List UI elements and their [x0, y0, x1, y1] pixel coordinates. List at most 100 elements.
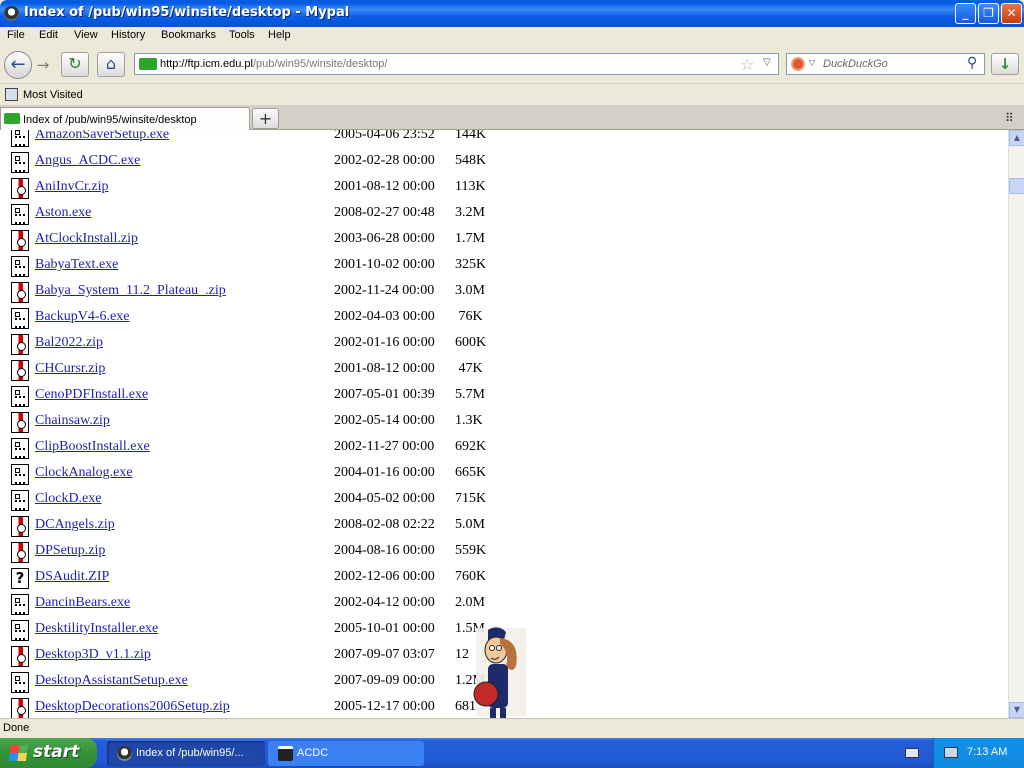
- exe-file-icon: [11, 620, 29, 641]
- menu-view[interactable]: View: [74, 29, 98, 41]
- menu-bookmarks[interactable]: Bookmarks: [161, 29, 216, 41]
- file-link[interactable]: Aston.exe: [35, 205, 91, 221]
- windows-logo-icon: [8, 745, 29, 761]
- taskbar-item-acdc[interactable]: ACDC: [268, 741, 424, 766]
- restore-button[interactable]: ❐: [978, 3, 999, 24]
- search-placeholder[interactable]: DuckDuckGo: [823, 58, 888, 70]
- reload-icon: ↻: [68, 54, 82, 73]
- file-date: 2002-05-14 00:00: [334, 413, 435, 428]
- clock[interactable]: 7:13 AM: [967, 746, 1007, 758]
- list-item: AniInvCr.zip 2001-08-12 00:00 113K: [0, 174, 1008, 200]
- site-identity-icon[interactable]: [139, 58, 157, 70]
- file-date: 2003-06-28 00:00: [334, 231, 435, 246]
- url-bar[interactable]: http://ftp.icm.edu.pl/pub/win95/winsite/…: [134, 53, 779, 75]
- file-link[interactable]: DesktopAssistantSetup.exe: [35, 673, 188, 689]
- file-size: 3.0M: [455, 283, 485, 298]
- file-link[interactable]: AmazonSaverSetup.exe: [35, 130, 169, 143]
- file-size: 12: [455, 647, 469, 662]
- file-size: 3.2M: [455, 205, 485, 220]
- start-label: start: [33, 742, 80, 762]
- taskbar: start Index of /pub/win95/... ACDC 7:13 …: [0, 738, 1024, 768]
- scroll-up-button[interactable]: ▲: [1009, 130, 1024, 146]
- file-link[interactable]: Babya_System_11.2_Plateau_.zip: [35, 283, 226, 299]
- search-icon[interactable]: ⚲: [967, 55, 977, 71]
- navigation-toolbar: ← → ↻ ⌂ http://ftp.icm.edu.pl/pub/win95/…: [0, 46, 1024, 82]
- exe-file-icon: [11, 204, 29, 225]
- file-date: 2008-02-08 02:22: [334, 517, 435, 532]
- exe-file-icon: [11, 386, 29, 407]
- home-icon: ⌂: [105, 54, 117, 73]
- file-link[interactable]: BackupV4-6.exe: [35, 309, 129, 325]
- list-item: Angus_ACDC.exe 2002-02-28 00:00 548K: [0, 148, 1008, 174]
- menu-history[interactable]: History: [111, 29, 145, 41]
- menu-file[interactable]: File: [7, 29, 25, 41]
- url-history-dropdown-icon[interactable]: ▽: [763, 57, 771, 68]
- file-link[interactable]: AtClockInstall.zip: [35, 231, 138, 247]
- vertical-scrollbar[interactable]: ▲ ▼: [1008, 130, 1024, 718]
- list-item: Babya_System_11.2_Plateau_.zip 2002-11-24…: [0, 278, 1008, 304]
- file-date: 2007-05-01 00:39: [334, 387, 435, 402]
- menu-edit[interactable]: Edit: [39, 29, 58, 41]
- file-link[interactable]: Chainsaw.zip: [35, 413, 110, 429]
- start-button[interactable]: start: [0, 738, 97, 768]
- bookmark-star-icon[interactable]: ☆: [740, 55, 754, 74]
- tab-active[interactable]: Index of /pub/win95/winsite/desktop: [0, 107, 250, 130]
- file-size: 665K: [455, 465, 487, 480]
- scroll-down-button[interactable]: ▼: [1009, 702, 1024, 718]
- forward-button[interactable]: →: [33, 56, 53, 74]
- url-text[interactable]: http://ftp.icm.edu.pl/pub/win95/winsite/…: [160, 58, 387, 70]
- exe-file-icon: [11, 438, 29, 459]
- scroll-thumb[interactable]: [1009, 178, 1024, 194]
- minimize-button[interactable]: _: [955, 3, 976, 24]
- file-link[interactable]: AniInvCr.zip: [35, 179, 109, 195]
- tab-list-icon[interactable]: ⠿: [1005, 111, 1014, 125]
- file-date: 2005-10-01 00:00: [334, 621, 435, 636]
- status-text: Done: [3, 722, 30, 734]
- duckduckgo-engine-icon[interactable]: [791, 57, 805, 71]
- file-link[interactable]: DancinBears.exe: [35, 595, 130, 611]
- file-link[interactable]: ClockAnalog.exe: [35, 465, 133, 481]
- new-tab-button[interactable]: +: [252, 108, 279, 129]
- file-link[interactable]: CHCursr.zip: [35, 361, 105, 377]
- file-date: 2002-01-16 00:00: [334, 335, 435, 350]
- file-link[interactable]: ClipBoostInstall.exe: [35, 439, 150, 455]
- file-link[interactable]: DesktopDecorations2006Setup.zip: [35, 699, 230, 715]
- file-link[interactable]: Bal2022.zip: [35, 335, 103, 351]
- back-button[interactable]: ←: [4, 51, 32, 79]
- reload-button[interactable]: ↻: [61, 52, 89, 77]
- file-size: 2.0M: [455, 595, 485, 610]
- taskbar-item-browser[interactable]: Index of /pub/win95/...: [107, 741, 265, 766]
- back-arrow-icon: ←: [10, 54, 26, 75]
- file-link[interactable]: BabyaText.exe: [35, 257, 118, 273]
- file-link[interactable]: Angus_ACDC.exe: [35, 153, 140, 169]
- file-link[interactable]: CenoPDFInstall.exe: [35, 387, 148, 403]
- close-button[interactable]: ✕: [1001, 3, 1022, 24]
- most-visited-folder-icon[interactable]: [5, 88, 18, 101]
- home-button[interactable]: ⌂: [97, 52, 125, 77]
- file-size: 760K: [455, 569, 487, 584]
- bookmarks-toolbar: Most Visited: [0, 83, 1024, 105]
- file-date: 2007-09-09 00:00: [334, 673, 435, 688]
- file-link[interactable]: ClockD.exe: [35, 491, 101, 507]
- file-link[interactable]: Desktop3D_v1.1.zip: [35, 647, 151, 663]
- downloads-button[interactable]: ↓: [991, 53, 1019, 75]
- list-item: DCAngels.zip 2008-02-08 02:22 5.0M: [0, 512, 1008, 538]
- zip-file-icon: [11, 178, 29, 199]
- most-visited-bookmark[interactable]: Most Visited: [23, 89, 83, 101]
- search-bar[interactable]: ▽ DuckDuckGo ⚲: [786, 53, 985, 75]
- tray-monitor-icon[interactable]: [944, 747, 958, 758]
- mypal-app-icon[interactable]: [4, 6, 19, 21]
- file-date: 2005-12-17 00:00: [334, 699, 435, 714]
- list-item: DancinBears.exe 2002-04-12 00:00 2.0M: [0, 590, 1008, 616]
- keyboard-language-icon[interactable]: [905, 748, 919, 758]
- menu-help[interactable]: Help: [268, 29, 291, 41]
- file-link[interactable]: DPSetup.zip: [35, 543, 105, 559]
- file-link[interactable]: DesktilityInstaller.exe: [35, 621, 158, 637]
- file-link[interactable]: DSAudit.ZIP: [35, 569, 109, 585]
- file-link[interactable]: DCAngels.zip: [35, 517, 115, 533]
- menu-tools[interactable]: Tools: [229, 29, 255, 41]
- file-size: 1.7M: [455, 231, 485, 246]
- engine-dropdown-icon[interactable]: ▽: [809, 58, 815, 67]
- file-date: 2001-08-12 00:00: [334, 361, 435, 376]
- title-bar: Index of /pub/win95/winsite/desktop - My…: [0, 0, 1024, 27]
